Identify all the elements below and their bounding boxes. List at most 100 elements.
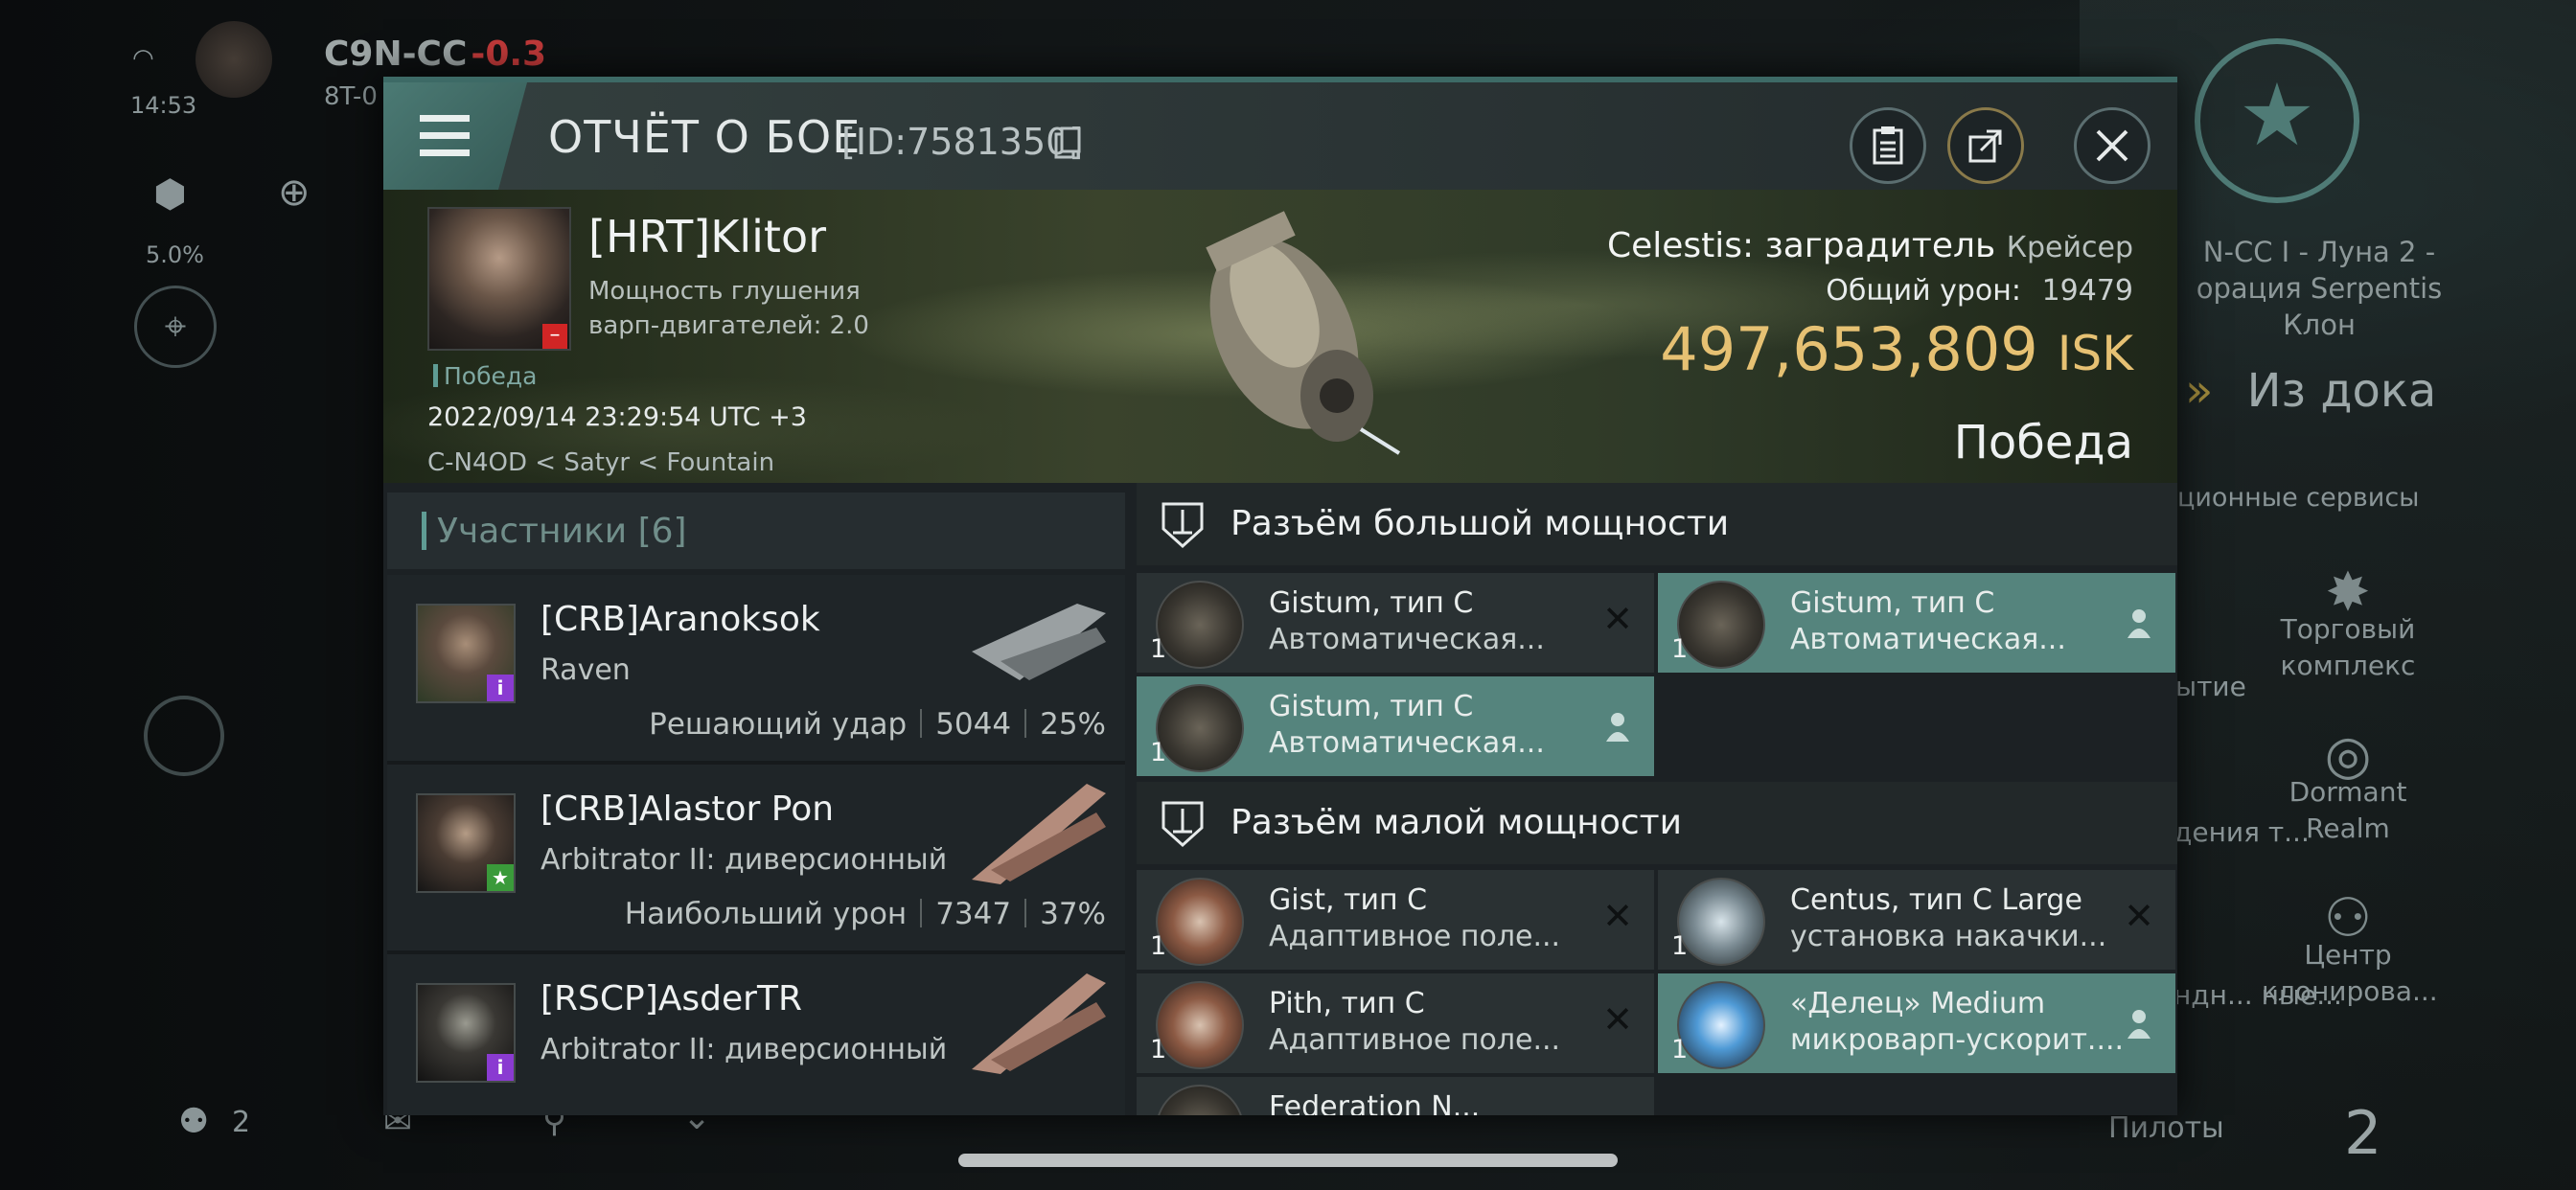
module-item[interactable]: 1 Gistum, тип C Автоматическая... [1137,676,1654,776]
victim-banner: – [HRT]Klitor Мощность глушения варп-дви… [383,190,2177,483]
participant-role: Решающий удар [649,707,908,742]
services-label: ционные сервисы [2177,483,2420,513]
module-name: Gistum, тип C [1269,586,1474,620]
pump-icon [1677,878,1765,966]
arbitrator-ship-icon [972,973,1106,1074]
dialog-header: ОТЧЁТ О БОЕ [ID:7581350] [383,82,2177,190]
participant-name: [RSCP]AsderTR [540,979,802,1018]
arbitrator-ship-icon [972,784,1106,884]
low-slot-icon [1162,801,1204,848]
close-icon[interactable] [2074,107,2150,184]
module-qty: 1 [1150,1035,1167,1064]
participant-name: [CRB]Alastor Pon [540,790,835,829]
dropped-person-icon [1606,713,1629,742]
clipboard-icon[interactable] [1850,107,1926,184]
service-market[interactable]: ✸ Торговый комплекс [2271,561,2425,684]
service-dormant-label: Dormant Realm [2288,776,2407,844]
module-item[interactable]: 1 Centus, тип C Large установка накачки.… [1658,870,2175,970]
module-item[interactable]: 1 Gist, тип C Адаптивное поле... ✕ [1137,870,1654,970]
participant-name: [CRB]Aranoksok [540,600,820,639]
cargo-icon[interactable]: ⬢ [153,172,187,217]
module-qty: 1 [1671,931,1689,961]
local-chat-icon[interactable]: ⚉ [178,1102,209,1141]
module-item[interactable]: 1 Gistum, тип C Автоматическая... [1658,573,2175,673]
damage-label: Общий урон: [1826,274,2022,308]
info-badge-icon: i [487,675,514,701]
participants-count: [6] [637,512,687,551]
adaptive-field-icon [1156,878,1244,966]
ship-render[interactable] [1131,190,1438,483]
module-name: Pith, тип C [1269,987,1425,1020]
station-location: N-CC I - Луна 2 - орация Serpentis Клон [2175,234,2463,343]
station-emblem: ★ [2195,38,2359,203]
module-item[interactable]: Federation N... [1137,1077,1654,1115]
service-dormant[interactable]: ◎ Dormant Realm [2271,729,2425,847]
module-qty: 1 [1150,634,1167,664]
module-type: Автоматическая... [1790,623,2066,656]
location-pin-icon[interactable]: ⌖ [134,286,217,368]
overview-icon[interactable] [144,696,224,776]
share-icon[interactable] [1947,107,2024,184]
module-item[interactable]: 1 Gistum, тип C Автоматическая... ✕ [1137,573,1654,673]
module-qty: 1 [1150,738,1167,767]
character-portrait[interactable] [196,21,272,98]
module-item[interactable]: 1 Pith, тип C Адаптивное поле... ✕ [1137,973,1654,1073]
module-qty: 1 [1671,634,1689,664]
module-type: Адаптивное поле... [1269,920,1561,953]
clock: 14:53 [130,92,197,119]
module-icon [1156,1085,1244,1115]
market-icon: ✸ [2325,561,2371,624]
participant-damage: 7347 [935,897,1012,931]
copy-icon[interactable] [1054,126,1081,159]
victim-stat: Мощность глушения варп-двигателей: 2.0 [588,274,869,343]
kill-location[interactable]: C-N4OD < Satyr < Fountain [427,448,774,477]
participants-title: Участники [6] [437,512,687,551]
microwarpdrive-icon [1677,981,1765,1069]
participant-percent: 37% [1040,897,1106,931]
service-clone-label: Центр клонирова... [2262,939,2438,1007]
pilots-label[interactable]: Пилоты [2108,1111,2224,1145]
module-name: Gistum, тип C [1790,586,1995,620]
raven-ship-icon [972,604,1106,680]
percent-label: 5.0% [146,241,204,268]
module-item[interactable]: 1 «Делец» Medium микроварп-ускорит.... [1658,973,2175,1073]
module-qty: 1 [1150,931,1167,961]
participant-row[interactable]: i [RSCP]AsderTR Arbitrator II: диверсион… [387,954,1125,1115]
participant-ship: Raven [540,653,631,687]
home-indicator[interactable] [958,1154,1618,1167]
participant-row[interactable]: ★ [CRB]Alastor Pon Arbitrator II: диверс… [387,765,1125,954]
star-badge-icon: ★ [487,864,514,891]
fitting-panel: Разъём большой мощности 1 Gistum, тип C … [1137,483,2177,1115]
service-open-label: ытие [2175,671,2246,702]
station-line-3: Клон [2283,309,2356,341]
result-label: Победа [1953,416,2133,469]
participant-stats: Решающий удар 5044 25% [649,707,1106,742]
undock-button[interactable]: » Из дока [2185,364,2436,418]
module-name: «Делец» Medium [1790,987,2046,1020]
local-count: 2 [232,1106,251,1139]
high-slots-label: Разъём большой мощности [1230,504,1730,543]
participants-label: Участники [437,512,628,551]
destroyed-icon: ✕ [1602,998,1633,1041]
participant-percent: 25% [1040,707,1106,742]
clone-icon: ⚇ [2323,887,2373,950]
service-open[interactable]: ытие [2175,671,2246,702]
system-name[interactable]: C9N-CC -0.3 [324,34,546,74]
victim-stat-line2: варп-двигателей: 2.0 [588,311,869,340]
ship-type[interactable]: Celestis: заградитель Крейсер [1607,226,2133,265]
participant-row[interactable]: i [CRB]Aranoksok Raven Решающий удар 5044… [387,575,1125,765]
ship-class: Крейсер [2006,231,2133,264]
low-slots-label: Разъём малой мощности [1230,803,1683,842]
skills-icon[interactable]: ⊕ [278,171,310,215]
menu-icon[interactable] [383,82,527,190]
victim-name[interactable]: [HRT]Klitor [588,211,826,263]
security-status: -0.3 [471,34,547,74]
module-name: Centus, тип C Large [1790,883,2082,917]
info-badge-icon: i [487,1054,514,1081]
participant-ship: Arbitrator II: диверсионный [540,843,948,877]
service-clone[interactable]: ⚇ Центр клонирова... [2262,887,2438,1010]
service-market-label: Торговый комплекс [2280,613,2416,681]
destroyed-icon: ✕ [1602,895,1633,937]
dialog-title: ОТЧЁТ О БОЕ [548,111,862,163]
module-type: установка накачки... [1790,920,2107,953]
